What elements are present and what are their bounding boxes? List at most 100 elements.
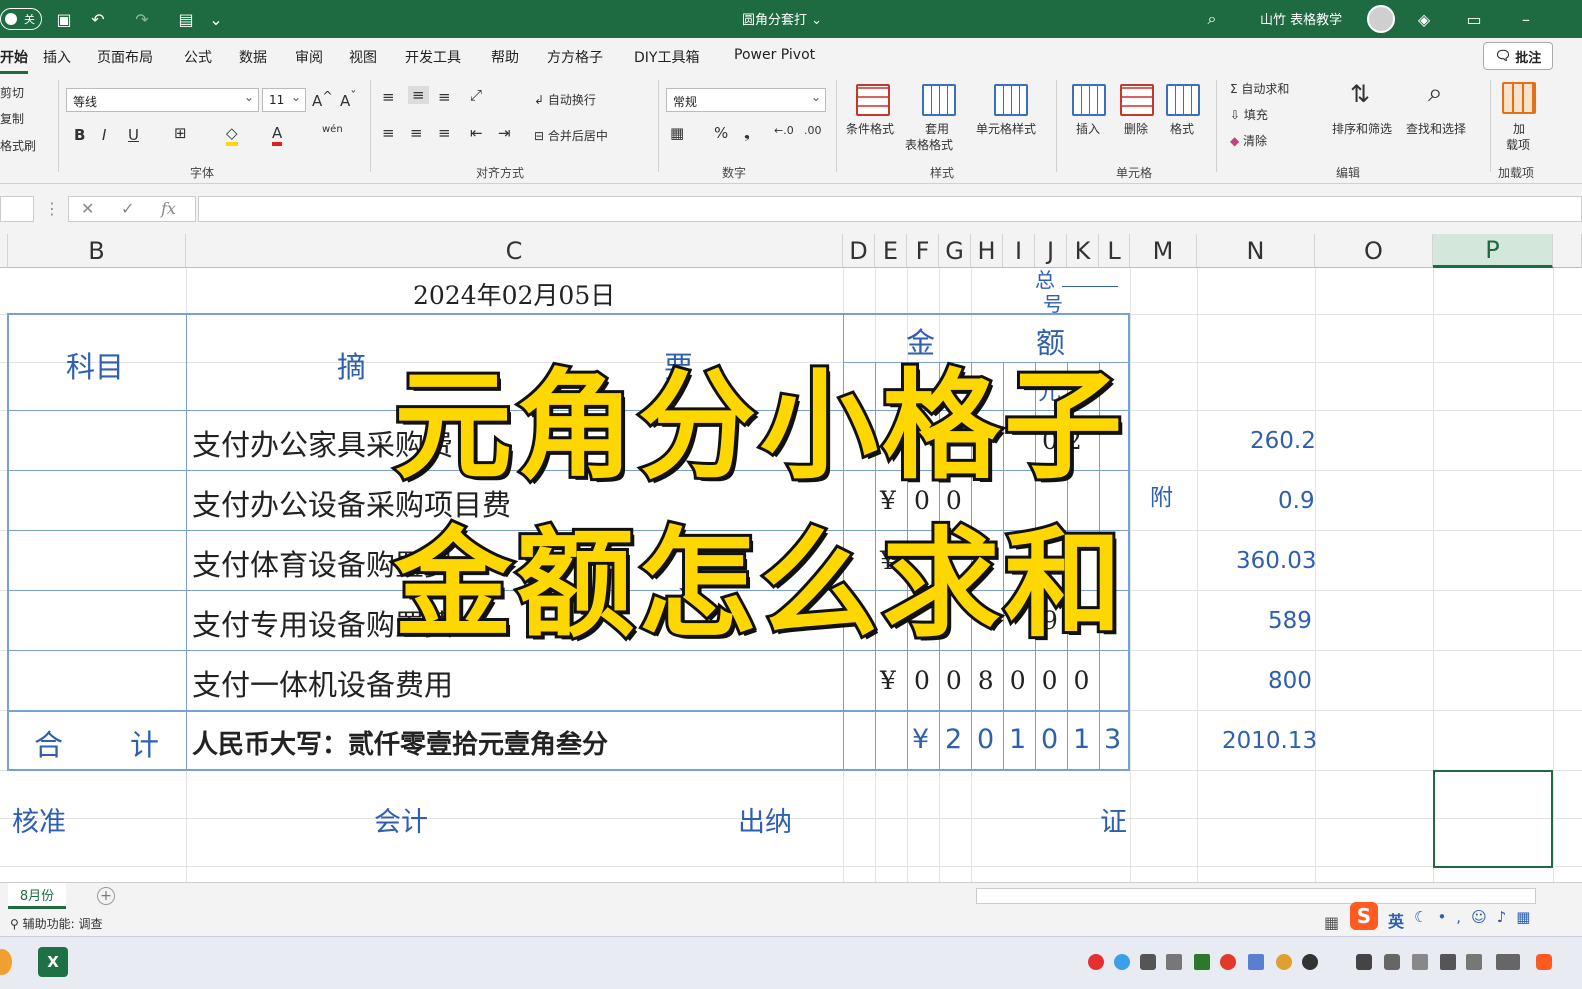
tab-formulas[interactable]: 公式 [184,47,212,67]
total-label-1[interactable]: 合 [34,722,63,764]
sogou-tray-icon[interactable] [1220,954,1236,970]
decrease-decimal-icon[interactable]: .00 [804,124,822,137]
align-right-icon[interactable]: ≡ [438,124,451,142]
wifi-tray-icon[interactable] [1466,954,1482,970]
ime-toolbar-icons[interactable]: ☾•,☺♪▦ [1414,908,1540,926]
tab-view[interactable]: 视图 [349,47,377,67]
tab-fangfang[interactable]: 方方格子 [547,47,603,67]
attach-label[interactable]: 附 [1150,478,1173,512]
row-2-n-value[interactable]: 0.9 [1278,488,1315,514]
increase-font-icon[interactable]: A^ [312,88,333,110]
sogou-ime-icon[interactable]: S [1350,902,1378,930]
total-currency[interactable]: ¥ [912,724,929,755]
copy-button[interactable]: 复制 [0,110,24,127]
table-format-label-2[interactable]: 表格格式 [905,136,953,153]
insert-cells-button[interactable]: 插入 [1076,120,1100,137]
column-header-p[interactable]: P [1433,234,1553,268]
diamond-icon[interactable]: ◈ [1412,7,1436,31]
column-header-f[interactable]: F [907,234,939,268]
qq-tray-icon[interactable] [1276,954,1292,970]
total-digit-g[interactable]: 2 [945,724,962,755]
undo-icon[interactable]: ↶ [86,7,110,31]
redo-icon[interactable]: ↷ [130,7,154,31]
ribbon-display-icon[interactable]: ▭ [1462,7,1486,31]
sheet-tab-august[interactable]: 8月份 [8,883,66,909]
column-header-m[interactable]: M [1130,234,1197,268]
total-digit-h[interactable]: 0 [977,724,994,755]
cut-button[interactable]: 剪切 [0,84,24,101]
tab-page-layout[interactable]: 页面布局 [97,47,153,67]
footer-approve[interactable]: 核准 [12,800,66,839]
total-digit-i[interactable]: 1 [1009,724,1026,755]
comma-icon[interactable]: ❟ [744,124,750,142]
active-cell[interactable] [1433,770,1553,868]
italic-button[interactable]: I [102,126,106,144]
cancel-icon[interactable]: ✕ [81,199,94,218]
conditional-format-button[interactable]: 条件格式 [846,120,894,137]
column-header-o[interactable]: O [1315,234,1433,268]
column-header-b[interactable]: B [8,234,186,268]
mic-tray-icon[interactable] [1140,954,1156,970]
column-header-g[interactable]: G [939,234,971,268]
clear-button[interactable]: ◆ 清除 [1230,132,1267,149]
phonetic-icon[interactable]: wén [322,124,343,135]
delete-cells-icon[interactable] [1120,84,1154,116]
increase-decimal-icon[interactable]: ←.0 [774,124,794,137]
column-header-c[interactable]: C [186,234,843,268]
align-top-icon[interactable]: ≡ [382,88,395,106]
browser-icon[interactable] [0,949,12,975]
document-title[interactable]: 圆角分套打 ⌄ [742,9,822,28]
excel-taskbar-icon[interactable]: X [38,947,68,977]
insert-function-icon[interactable]: fx [161,199,176,218]
column-header-h[interactable]: H [971,234,1003,268]
autosave-toggle[interactable]: 关 [0,8,42,30]
total-n-value[interactable]: 2010.13 [1222,728,1317,754]
row-5-n-value[interactable]: 800 [1268,668,1312,694]
record-tray-icon[interactable] [1088,954,1104,970]
tab-power-pivot[interactable]: Power Pivot [734,47,815,63]
conditional-format-icon[interactable] [856,84,890,116]
table-format-icon[interactable] [922,84,956,116]
number-format-select[interactable]: 常规 [666,88,826,112]
autosum-button[interactable]: Σ 自动求和 [1230,80,1289,97]
user-avatar[interactable] [1367,5,1395,33]
header-subject[interactable]: 科目 [66,344,124,386]
add-sheet-icon[interactable]: + [97,887,115,905]
battery-tray-icon[interactable] [1440,954,1456,970]
format-painter-button[interactable]: 格式刷 [0,137,36,154]
wrap-text-button[interactable]: ↲ 自动换行 [534,91,596,108]
ime-tray-icon[interactable] [1536,954,1552,970]
column-header-q[interactable] [1553,234,1582,268]
ime-language-label[interactable]: 英 [1388,908,1404,932]
table-format-label-1[interactable]: 套用 [925,120,949,137]
horizontal-scrollbar[interactable] [976,888,1536,904]
decrease-indent-icon[interactable]: ⇤ [470,124,483,142]
bold-button[interactable]: B [74,126,85,144]
row-5-currency[interactable]: ¥ [880,666,896,695]
speaker-tray-icon[interactable] [1166,954,1182,970]
column-header-l[interactable]: L [1099,234,1130,268]
column-header-i[interactable]: I [1003,234,1035,268]
header-summary-1[interactable]: 摘 [337,344,366,386]
align-left-icon[interactable]: ≡ [382,124,395,142]
underline-button[interactable]: U [128,126,139,144]
font-color-icon[interactable]: A [272,124,283,146]
column-header-k[interactable]: K [1067,234,1099,268]
align-center-icon[interactable]: ≡ [410,124,423,142]
tab-home[interactable]: 开始 [0,47,28,74]
tab-developer[interactable]: 开发工具 [405,47,461,67]
name-box[interactable] [0,196,34,222]
footer-accountant[interactable]: 会计 [374,800,428,839]
align-bottom-icon[interactable]: ≡ [438,88,451,106]
total-digit-l[interactable]: 3 [1104,724,1121,755]
align-middle-icon[interactable]: ≡ [408,86,429,104]
network-off-tray-icon[interactable] [1412,954,1428,970]
column-header-d[interactable]: D [843,234,875,268]
format-cells-button[interactable]: 格式 [1170,120,1194,137]
row-1-n-value[interactable]: 260.2 [1250,428,1316,454]
cell-styles-icon[interactable] [994,84,1028,116]
orientation-icon[interactable]: ⤢ [470,86,482,104]
format-cells-icon[interactable] [1166,84,1200,116]
enter-icon[interactable]: ✓ [121,199,134,218]
column-header-e[interactable]: E [875,234,907,268]
